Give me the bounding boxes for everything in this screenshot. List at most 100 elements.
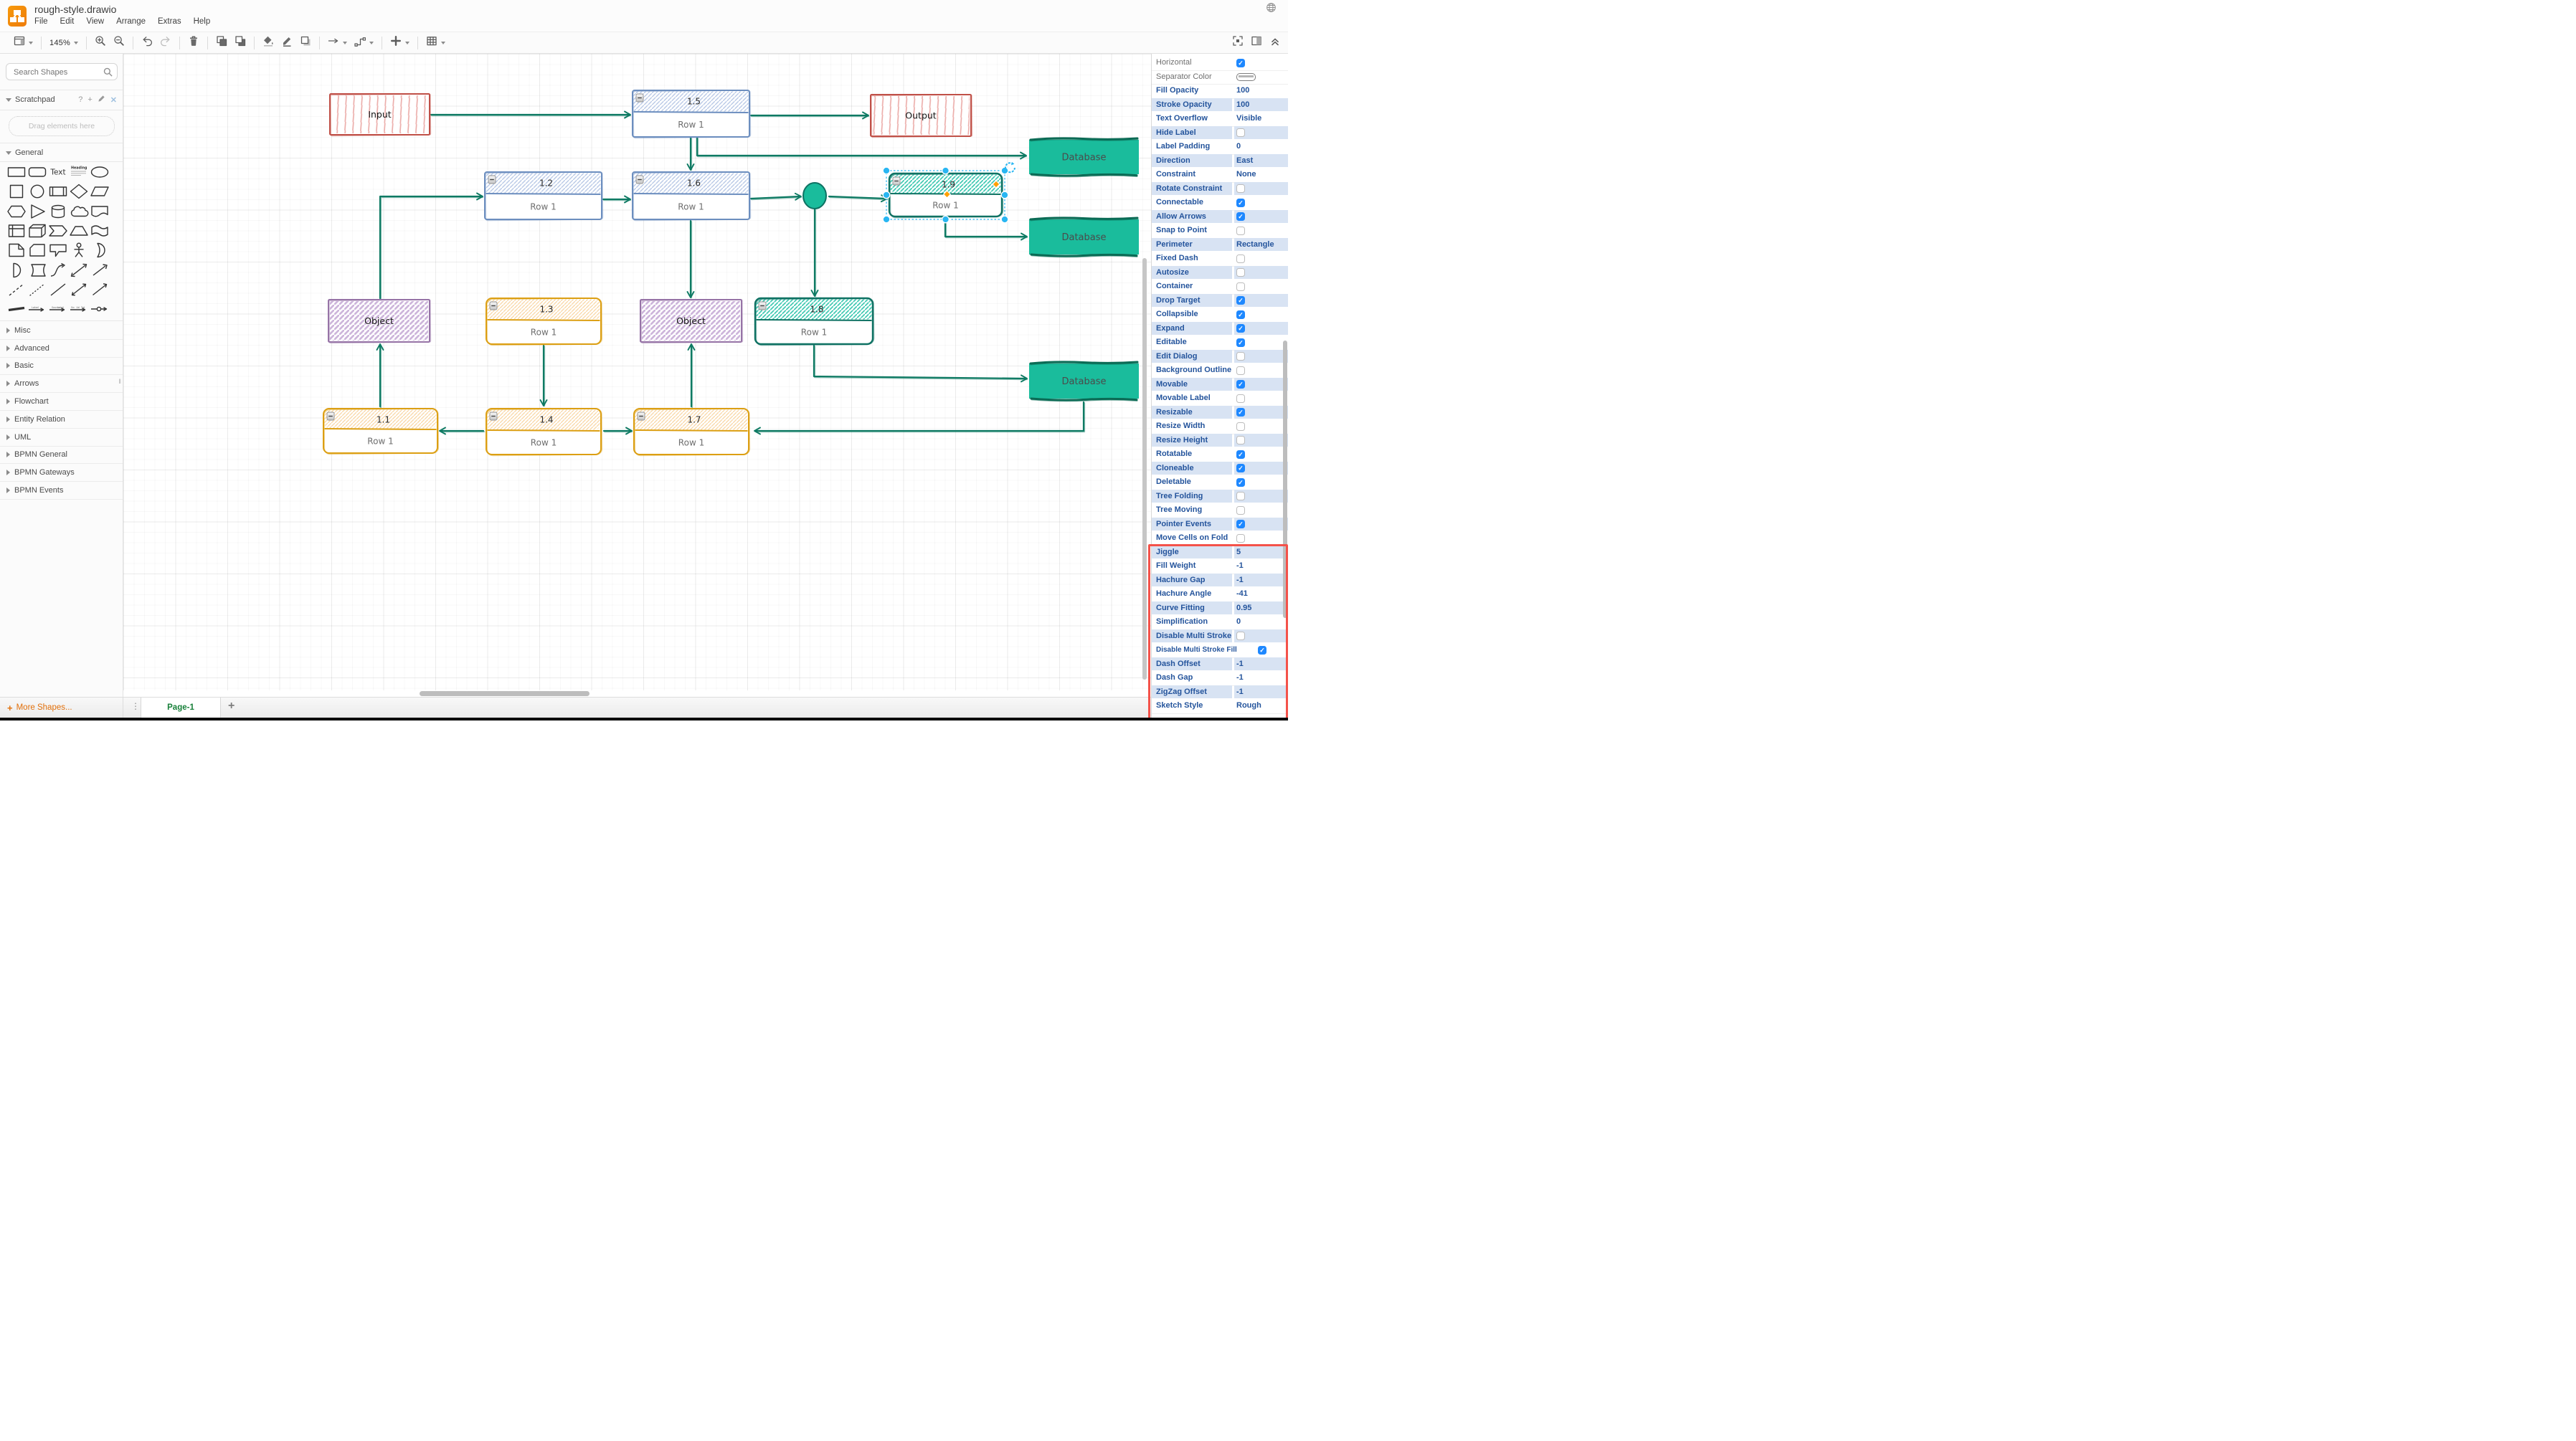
toolbar-item-undo-icon[interactable] (141, 35, 153, 50)
node-1-3[interactable]: 1.3 Row 1 (486, 298, 603, 346)
sidebar-item-misc[interactable]: Misc (0, 322, 123, 340)
scratchpad-header[interactable]: Scratchpad ? + ✕ (0, 91, 123, 108)
checkbox-edit-dialog[interactable] (1236, 352, 1245, 361)
shape-card[interactable] (27, 242, 47, 259)
shape-cube[interactable] (27, 222, 47, 239)
panel-row-zigzag-offset[interactable]: ZigZag Offset -1 (1152, 685, 1288, 700)
panel-value[interactable]: 100 (1236, 84, 1249, 98)
checkbox-tree-moving[interactable] (1236, 505, 1245, 515)
delete-icon[interactable] (188, 35, 199, 50)
database-3[interactable]: Database (1029, 361, 1139, 402)
menu-edit[interactable]: Edit (60, 17, 75, 26)
edge-object-left-to-1-2[interactable] (379, 192, 484, 300)
object-right[interactable]: Object (640, 299, 744, 344)
checkbox-fixed-dash[interactable] (1236, 254, 1245, 263)
redo-icon[interactable] (160, 35, 171, 50)
edge-1-8-to-database-3[interactable] (813, 344, 1028, 383)
menu-arrange[interactable]: Arrange (116, 17, 146, 26)
checkbox-horizontal[interactable]: ✓ (1236, 58, 1245, 67)
output[interactable]: Output (870, 94, 973, 138)
panel-value[interactable]: -1 (1236, 685, 1244, 699)
panel-row-expand[interactable]: Expand ✓ (1152, 321, 1288, 336)
panel-row-hachure-angle[interactable]: Hachure Angle -41 (1152, 587, 1288, 602)
zoom-in-icon[interactable] (95, 35, 106, 50)
toolbar-item-zoom-in-icon[interactable] (95, 35, 106, 50)
panel-row-dash-offset[interactable]: Dash Offset -1 (1152, 657, 1288, 672)
toolbar-item-fill-color-icon[interactable] (262, 35, 274, 50)
sidebar-item-basic[interactable]: Basic (0, 358, 123, 376)
panel-row-stroke-opacity[interactable]: Stroke Opacity 100 (1152, 98, 1288, 113)
general-section-header[interactable]: General (0, 144, 123, 161)
shape-note[interactable] (6, 242, 27, 259)
checkbox-movable[interactable]: ✓ (1236, 380, 1245, 389)
resize-handle[interactable] (1000, 191, 1009, 199)
shape-cloud[interactable] (68, 203, 89, 220)
shape-rounded-rectangle[interactable] (27, 163, 47, 181)
input[interactable]: Input (329, 93, 432, 137)
checkbox-pointer-events[interactable]: ✓ (1236, 520, 1245, 528)
scratchpad-close-icon[interactable]: ✕ (110, 95, 117, 105)
sidebar-item-entity-relation[interactable]: Entity Relation (0, 411, 123, 429)
panel-row-drop-target[interactable]: Drop Target ✓ (1152, 293, 1288, 308)
panel-row-sketch-style[interactable]: Sketch Style Rough (1152, 699, 1288, 714)
edge-1-5-to-database-1[interactable] (696, 136, 1028, 160)
panel-row-dash-gap[interactable]: Dash Gap -1 (1152, 671, 1288, 686)
menu-view[interactable]: View (86, 17, 104, 26)
panel-row-disable-multi-stroke-fill[interactable]: Disable Multi Stroke Fill ✓ (1152, 643, 1288, 658)
toolbar-item-shadow-icon[interactable] (300, 35, 311, 50)
checkbox-movable-label[interactable] (1236, 394, 1245, 403)
menu-file[interactable]: File (34, 17, 48, 26)
toolbar-item-to-front-icon[interactable] (216, 35, 227, 50)
shape-link[interactable] (6, 300, 27, 318)
checkbox-cloneable[interactable]: ✓ (1236, 464, 1245, 472)
database-1[interactable]: Database (1029, 137, 1139, 178)
panel-value[interactable]: -1 (1236, 574, 1244, 587)
panel-row-constraint[interactable]: Constraint None (1152, 168, 1288, 183)
shape-arrow-source-label[interactable]: Source Label (47, 300, 68, 318)
node-1-2[interactable]: 1.2 Row 1 (484, 171, 604, 222)
node-1-8[interactable]: 1.8 Row 1 (754, 297, 875, 346)
search-input[interactable] (12, 65, 105, 80)
checkbox-deletable[interactable]: ✓ (1236, 477, 1245, 487)
panel-row-resize-width[interactable]: Resize Width (1152, 419, 1288, 434)
panel-row-editable[interactable]: Editable ✓ (1152, 336, 1288, 351)
panel-row-text-overflow[interactable]: Text Overflow Visible (1152, 112, 1288, 127)
shape-data-storage[interactable] (27, 262, 47, 279)
undo-icon[interactable] (141, 35, 153, 50)
sidebar-item-bpmn-general[interactable]: BPMN General (0, 447, 123, 465)
scratchpad-help-icon[interactable]: ? (78, 95, 82, 104)
checkbox-collapsible[interactable]: ✓ (1236, 310, 1245, 319)
menu-help[interactable]: Help (194, 17, 211, 26)
edge-1-7-to-object-right[interactable] (687, 343, 696, 409)
edge-database-3-to-1-7[interactable] (754, 401, 1086, 435)
insert-icon[interactable] (390, 35, 402, 50)
panel-row-rotatable[interactable]: Rotatable ✓ (1152, 447, 1288, 462)
shape-directional-connector[interactable] (89, 281, 110, 298)
checkbox-container[interactable] (1236, 282, 1245, 291)
edge-junction-to-1-9[interactable] (828, 194, 889, 203)
add-page-button[interactable]: + (228, 700, 235, 713)
collapse-all-icon[interactable] (1269, 35, 1281, 50)
checkbox-disable-multi-stroke-fill[interactable]: ✓ (1258, 645, 1266, 655)
edge-1-2-to-1-6[interactable] (602, 195, 632, 204)
panel-row-tree-folding[interactable]: Tree Folding (1152, 489, 1288, 504)
panel-row-hide-label[interactable]: Hide Label (1152, 125, 1288, 141)
panel-row-jiggle[interactable]: Jiggle 5 (1152, 545, 1288, 560)
panel-row-deletable[interactable]: Deletable ✓ (1152, 475, 1288, 490)
panel-value[interactable]: -41 (1236, 587, 1248, 601)
shape-internal-storage[interactable] (6, 222, 27, 239)
shape-dashed-line[interactable] (6, 281, 27, 298)
panel-row-perimeter[interactable]: Perimeter Rectangle (1152, 237, 1288, 252)
toolbar-item-to-back-icon[interactable] (235, 35, 246, 50)
panel-row-fixed-dash[interactable]: Fixed Dash (1152, 252, 1288, 267)
shape-line[interactable] (47, 281, 68, 298)
shape-document[interactable] (89, 203, 110, 220)
shape-step[interactable] (47, 222, 68, 239)
checkbox-move-cells-on-fold[interactable] (1236, 533, 1245, 543)
panel-value[interactable]: Rectangle (1236, 238, 1274, 252)
toolbar-item-zoom-level[interactable]: 145% (49, 39, 78, 47)
fill-color-icon[interactable] (262, 35, 274, 50)
panel-row-allow-arrows[interactable]: Allow Arrows ✓ (1152, 209, 1288, 224)
sidebar-item-arrows[interactable]: Arrows (0, 375, 123, 394)
pages-menu-icon[interactable]: ⋮ (131, 701, 140, 711)
